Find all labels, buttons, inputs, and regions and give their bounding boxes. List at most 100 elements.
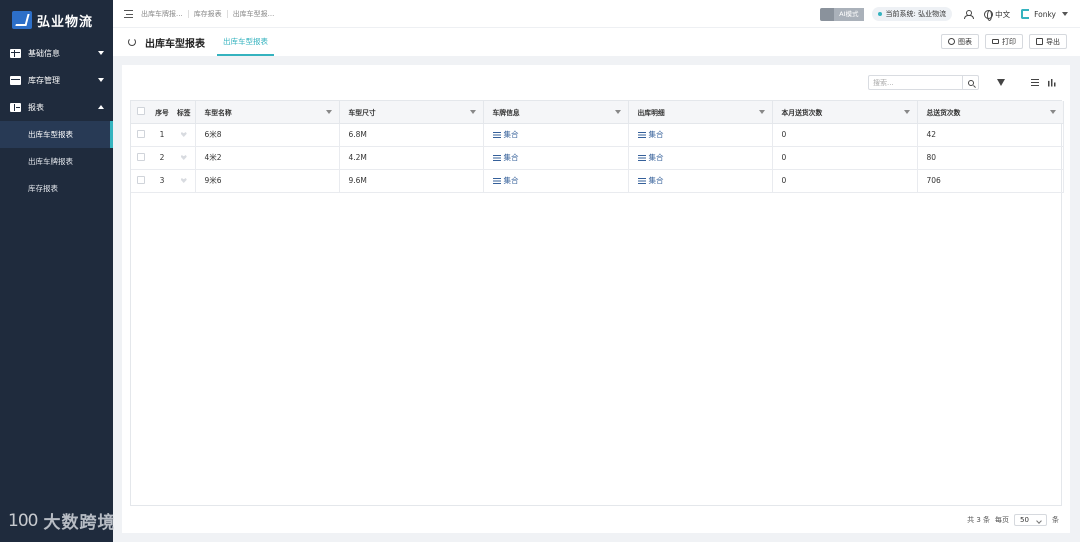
header-total-count[interactable]: 总送货次数 [917, 101, 1064, 124]
outbound-detail-link[interactable]: 集合 [637, 129, 664, 140]
row-checkbox[interactable] [137, 175, 145, 184]
search-button[interactable] [962, 76, 978, 89]
cell-plate-info: 集合 [483, 123, 629, 147]
breadcrumb-divider [187, 9, 189, 18]
column-menu-icon[interactable] [903, 110, 910, 114]
link-label: 集合 [648, 153, 664, 162]
plate-info-link[interactable]: 集合 [492, 129, 519, 140]
table-row[interactable]: 2 4米2 4.2M 集合 集合 0 80 [131, 146, 1064, 170]
plate-info-link[interactable]: 集合 [492, 152, 519, 163]
language-switch[interactable]: 中文 [995, 9, 1010, 20]
breadcrumb-item[interactable]: 出库车牌报... [141, 9, 183, 19]
chart-button[interactable]: 图表 [941, 34, 979, 49]
table-row[interactable]: 3 9米6 9.6M 集合 集合 0 706 [131, 169, 1064, 193]
menu-fold-icon[interactable] [124, 9, 133, 18]
collection-icon [637, 177, 646, 184]
export-button[interactable]: 导出 [1029, 34, 1067, 49]
sidebar-group-basic-info[interactable]: 基础信息 [0, 40, 113, 67]
sort-button[interactable] [1027, 75, 1042, 90]
chevron-down-icon[interactable] [1062, 12, 1068, 16]
globe-icon[interactable] [984, 9, 994, 21]
cell-model-name: 9米6 [195, 169, 340, 193]
row-checkbox[interactable] [137, 129, 145, 138]
header-model-name[interactable]: 车型名称 [195, 101, 340, 124]
column-menu-icon[interactable] [1049, 110, 1056, 114]
ai-mode-toggle[interactable]: AI模式 [820, 7, 864, 21]
header-model-size[interactable]: 车型尺寸 [339, 101, 484, 124]
breadcrumb-item[interactable]: 库存报表 [194, 9, 222, 19]
pagination: 共 3 条 每页 50 条 [967, 514, 1059, 526]
print-button[interactable]: 打印 [985, 34, 1023, 49]
bar-chart-icon [1047, 78, 1056, 87]
sidebar-group-inventory[interactable]: 库存管理 [0, 67, 113, 94]
table-row[interactable]: 1 6米8 6.8M 集合 集合 0 42 [131, 123, 1064, 147]
caret-down-icon [98, 51, 104, 55]
heart-icon[interactable] [180, 132, 187, 137]
heart-icon[interactable] [180, 178, 187, 183]
row-tag-cell[interactable] [173, 169, 196, 193]
cell-month-count: 0 [772, 146, 918, 170]
printer-icon [992, 39, 999, 44]
header-label: 车牌信息 [492, 108, 520, 117]
page-size-select[interactable]: 50 [1014, 514, 1047, 526]
cell-outbound-detail: 集合 [628, 169, 773, 193]
row-checkbox[interactable] [137, 152, 145, 161]
row-checkbox-cell[interactable] [131, 146, 151, 170]
header-tag: 标签 [173, 101, 196, 124]
cell-outbound-detail: 集合 [628, 146, 773, 170]
data-table: 序号 标签 车型名称 车型尺寸 车牌信息 出库明细 本月送货次数 总送货次数 1… [130, 100, 1064, 506]
row-checkbox-cell[interactable] [131, 169, 151, 193]
pie-chart-icon [948, 38, 955, 45]
app-logo[interactable]: 弘业物流 [0, 0, 113, 40]
heart-icon[interactable] [180, 155, 187, 160]
column-menu-icon[interactable] [758, 110, 765, 114]
bar-chart-button[interactable] [1044, 75, 1059, 90]
link-label: 集合 [503, 130, 519, 139]
watermark-logo: 100 [8, 510, 38, 531]
caret-down-icon [98, 78, 104, 82]
header-plate-info[interactable]: 车牌信息 [483, 101, 629, 124]
logo-text: 弘业物流 [37, 14, 94, 30]
cell-total-count: 80 [917, 146, 1064, 170]
link-label: 集合 [503, 176, 519, 185]
header-outbound-detail[interactable]: 出库明细 [628, 101, 773, 124]
sidebar-item-outbound-plate-report[interactable]: 出库车牌报表 [0, 148, 113, 175]
cell-plate-info: 集合 [483, 146, 629, 170]
row-index: 1 [151, 123, 173, 147]
row-checkbox-cell[interactable] [131, 123, 151, 147]
header-month-count[interactable]: 本月送货次数 [772, 101, 918, 124]
logo-mark-icon [12, 11, 32, 29]
total-count: 共 3 条 [967, 516, 990, 524]
search-input[interactable]: 搜索... [868, 75, 979, 90]
filter-button[interactable] [993, 75, 1008, 90]
user-icon[interactable] [964, 9, 975, 19]
column-menu-icon[interactable] [325, 110, 332, 114]
link-label: 集合 [648, 176, 664, 185]
sidebar-group-reports[interactable]: 报表 [0, 94, 113, 121]
columns-button[interactable] [1010, 75, 1030, 122]
outbound-detail-link[interactable]: 集合 [637, 175, 664, 186]
row-tag-cell[interactable] [173, 123, 196, 147]
per-page-label: 每页 [995, 516, 1009, 524]
username[interactable]: Fonky [1034, 10, 1056, 19]
select-all-checkbox[interactable] [137, 106, 145, 115]
plate-info-link[interactable]: 集合 [492, 175, 519, 186]
watermark-text: 大数跨境 [43, 513, 116, 533]
breadcrumb-item[interactable]: 出库车型报... [233, 9, 275, 19]
breadcrumb-divider [226, 9, 228, 18]
watermark: 100 大数跨境 [8, 508, 116, 534]
current-system-badge[interactable]: 当前系统: 弘业物流 [871, 7, 953, 21]
column-menu-icon[interactable] [469, 110, 476, 114]
cell-model-size: 4.2M [339, 146, 484, 170]
header-label: 总送货次数 [926, 108, 961, 117]
sidebar-item-inventory-report[interactable]: 库存报表 [0, 175, 113, 202]
collection-icon [492, 131, 501, 138]
row-tag-cell[interactable] [173, 146, 196, 170]
outbound-detail-link[interactable]: 集合 [637, 152, 664, 163]
collection-icon [637, 154, 646, 161]
select-all-cell[interactable] [131, 101, 151, 124]
refresh-icon[interactable] [128, 38, 136, 46]
column-menu-icon[interactable] [614, 110, 621, 114]
sidebar-item-outbound-model-report[interactable]: 出库车型报表 [0, 121, 113, 148]
tab-outbound-model-report[interactable]: 出库车型报表 [217, 28, 274, 56]
